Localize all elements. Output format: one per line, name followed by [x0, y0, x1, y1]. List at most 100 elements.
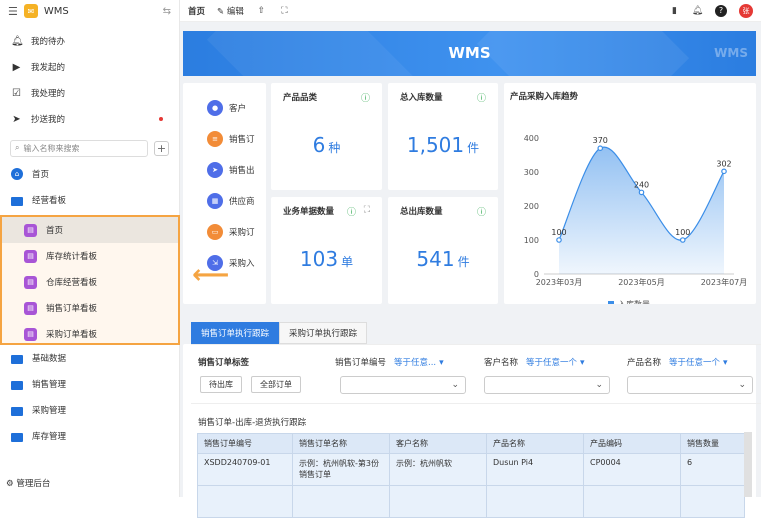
info-icon[interactable]: ⓘ	[347, 205, 356, 218]
filter-operator[interactable]: 等于任意一个	[669, 358, 720, 368]
sidebar-item-sales-mgmt[interactable]: 销售管理	[0, 371, 180, 397]
chevron-down-icon[interactable]: ▾	[439, 358, 444, 368]
y-tick-label: 200	[524, 202, 539, 211]
filter-operator[interactable]: 等于任意一个	[526, 358, 577, 368]
quick-link-label: 销售订	[229, 134, 255, 145]
table-cell	[197, 485, 293, 518]
chevron-down-icon[interactable]: ▾	[723, 358, 728, 368]
chart-icon: ▤	[24, 275, 37, 289]
notification-icon[interactable]: 🔔︎	[692, 5, 703, 16]
sidebar-item-todo[interactable]: 🔔︎ 我的待办	[0, 28, 179, 54]
filter-all-orders-button[interactable]: 全部订单	[251, 376, 301, 393]
quick-link-customer[interactable]: ● 客户	[183, 92, 266, 123]
tab-sales-tracking[interactable]: 销售订单执行跟踪	[191, 322, 280, 344]
sidebar-item-label: 仓库经营看板	[46, 278, 98, 288]
info-icon[interactable]: ⓘ	[477, 91, 486, 104]
admin-link[interactable]: ⚙ 管理后台	[6, 477, 50, 489]
chevron-down-icon: ⌄	[595, 380, 603, 390]
stat-card-total-in: 总入库数量 ⓘ 1,501 件	[388, 83, 498, 190]
stat-number: 6	[312, 133, 326, 157]
topbar: 首页 ✎ 编辑 ⇧ ⛶ ▮ 🔔︎ ? 张	[180, 0, 761, 22]
sidebar-item-label: 基础数据	[32, 354, 67, 364]
sidebar-item-handled[interactable]: ☑ 我处理的	[0, 80, 179, 106]
filter-customer: 客户名称 等于任意一个 ▾	[484, 356, 585, 368]
quick-link-supplier[interactable]: ▦ 供应商	[183, 185, 266, 216]
share-icon[interactable]: ⇧	[256, 5, 267, 16]
sidebar-item-inventory-mgmt[interactable]: 库存管理	[0, 423, 180, 449]
sidebar-item-cc[interactable]: ➤ 抄送我的	[0, 106, 179, 132]
info-icon[interactable]: ⓘ	[477, 205, 486, 218]
tracking-tabs: 销售订单执行跟踪 采购订单执行跟踪	[191, 322, 368, 344]
sidebar-item-purchase-mgmt[interactable]: 采购管理	[0, 397, 180, 423]
product-select[interactable]: ⌄	[627, 376, 753, 394]
table-scrollbar[interactable]	[744, 432, 752, 497]
sidebar-subitem-warehouse[interactable]: ▤ 仓库经营看板	[2, 269, 178, 295]
sidebar-item-home[interactable]: ⌂ 首页	[0, 161, 179, 187]
sidebar-subitem-purchase[interactable]: ▤ 采购订单看板	[2, 321, 178, 347]
column-header[interactable]: 产品编码	[583, 433, 681, 454]
help-icon[interactable]: ?	[715, 4, 727, 17]
table-cell: 6	[680, 453, 745, 486]
folder-icon	[11, 380, 23, 390]
sidebar-item-label: 销售订单看板	[46, 304, 98, 314]
expand-icon[interactable]: ⛶	[364, 205, 370, 215]
quick-link-sales-out[interactable]: ➤ 销售出	[183, 154, 266, 185]
info-icon[interactable]: ⓘ	[361, 91, 370, 104]
table-title: 销售订单-出库-退货执行跟踪	[198, 418, 307, 428]
book-icon[interactable]: ▮	[669, 5, 680, 16]
menu-icon[interactable]: ☰	[8, 5, 18, 18]
fullscreen-icon[interactable]: ⛶	[279, 5, 290, 16]
chevron-down-icon[interactable]: ▾	[580, 358, 585, 368]
stat-title: 总入库数量	[400, 93, 443, 103]
x-tick-label: 2023年05月	[618, 277, 665, 287]
stat-unit: 单	[341, 255, 354, 269]
sidebar-item-basic-data[interactable]: 基础数据	[0, 345, 180, 371]
stat-unit: 件	[457, 255, 470, 269]
table-cell	[680, 485, 745, 518]
sidebar-item-label: 我处理的	[31, 89, 66, 99]
column-header[interactable]: 销售订单名称	[292, 433, 390, 454]
table-cell	[486, 485, 584, 518]
unread-dot	[159, 117, 163, 121]
table-cell: XSDD240709-01	[197, 453, 293, 486]
sidebar-item-started[interactable]: ▶ 我发起的	[0, 54, 179, 80]
avatar[interactable]: 张	[739, 3, 753, 18]
column-header[interactable]: 客户名称	[389, 433, 487, 454]
quick-link-sales-order[interactable]: ≡ 销售订	[183, 123, 266, 154]
table-row[interactable]	[197, 485, 745, 518]
column-header[interactable]: 销售数量	[680, 433, 745, 454]
gear-icon: ⚙	[6, 479, 14, 489]
table-row[interactable]: XSDD240709-01 示例：杭州帆软-第3份销售订单 示例：杭州帆软 Du…	[197, 453, 745, 486]
column-header[interactable]: 产品名称	[486, 433, 584, 454]
tab-edit[interactable]: ✎ 编辑	[217, 5, 244, 17]
column-header[interactable]: 销售订单编号	[197, 433, 293, 454]
quick-link-label: 客户	[229, 103, 247, 114]
legend-label: 入库数量	[618, 299, 650, 304]
send-icon: ➤	[12, 113, 21, 125]
stat-card-categories: 产品品类 ⓘ 6种	[271, 83, 382, 190]
tab-purchase-tracking[interactable]: 采购订单执行跟踪	[279, 322, 368, 344]
stat-number: 541	[416, 247, 455, 271]
sidebar-item-label: 库存统计看板	[46, 252, 98, 262]
data-point	[638, 189, 645, 196]
pencil-icon: ✎	[217, 6, 225, 17]
search-input[interactable]: ⌕ 输入名称来搜索	[10, 139, 148, 157]
add-button[interactable]: +	[154, 140, 169, 156]
stat-value: 1,501 件	[388, 133, 498, 157]
banner: WMS WMS	[183, 31, 756, 76]
tab-home[interactable]: 首页	[188, 5, 205, 17]
customer-select[interactable]: ⌄	[484, 376, 610, 394]
collapse-icon[interactable]: ⇆	[163, 6, 171, 17]
sidebar-subitem-inventory[interactable]: ▤ 库存统计看板	[2, 243, 178, 269]
filter-title: 销售订单标签	[198, 358, 250, 368]
table-cell	[583, 485, 681, 518]
sidebar-group-dashboard[interactable]: 经营看板	[0, 187, 179, 213]
sidebar-subitem-sales[interactable]: ▤ 销售订单看板	[2, 295, 178, 321]
filter-operator[interactable]: 等于任意...	[394, 358, 436, 368]
sidebar-item-label: 经营看板	[32, 196, 67, 206]
sidebar-subitem-home[interactable]: ▤ 首页	[2, 217, 178, 243]
order-no-select[interactable]: ⌄	[340, 376, 466, 394]
filter-pending-out-button[interactable]: 待出库	[200, 376, 242, 393]
legend-swatch	[608, 301, 614, 304]
quick-link-purchase-order[interactable]: ▭ 采购订	[183, 216, 266, 247]
